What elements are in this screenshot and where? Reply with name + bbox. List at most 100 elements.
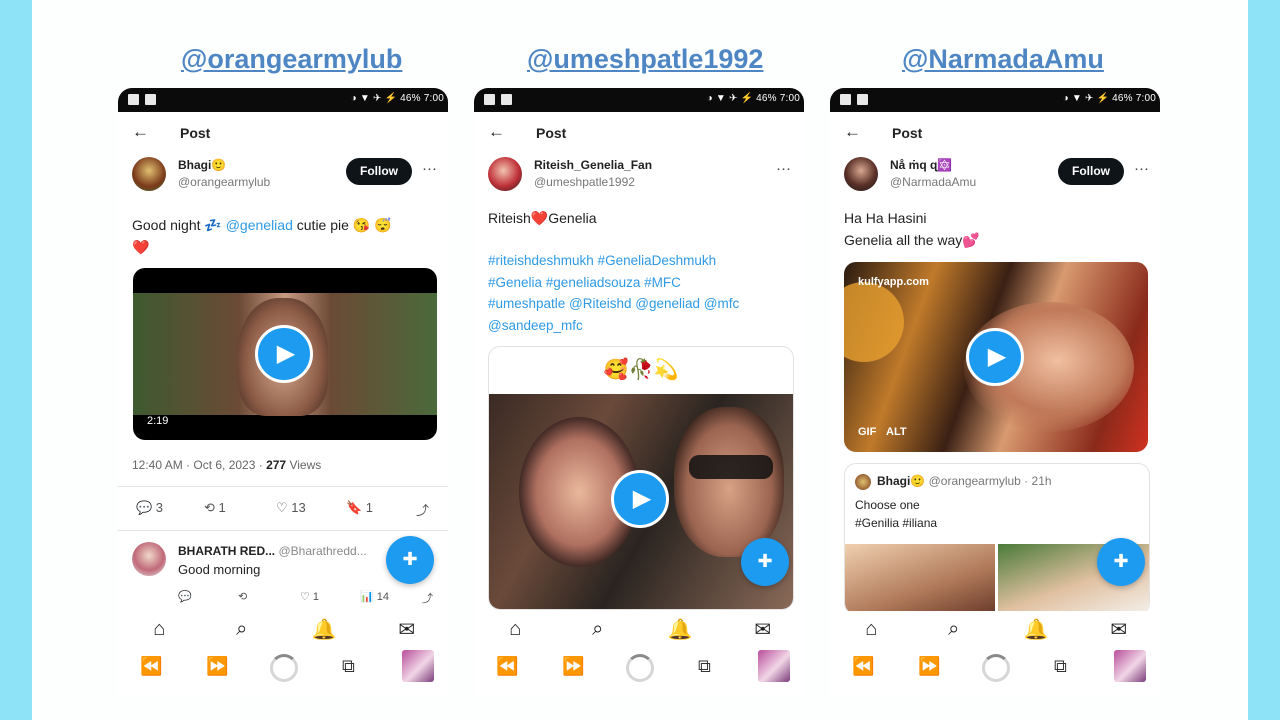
status-text: ◑ ▼ ✈ ⚡ 46% 7:00: [1062, 93, 1156, 104]
tabs-icon[interactable]: ⧉: [1054, 656, 1067, 677]
author-handle[interactable]: @orangearmylub: [178, 175, 270, 189]
quote-image-1[interactable]: [845, 544, 995, 614]
forward-icon[interactable]: ⏩: [918, 656, 940, 677]
follow-button[interactable]: Follow: [346, 158, 412, 185]
video-player[interactable]: ▶ 2:19: [133, 268, 437, 440]
more-options-icon[interactable]: ···: [1134, 160, 1149, 177]
loading-spinner: [982, 654, 1010, 682]
mail-icon[interactable]: ✉: [392, 617, 422, 642]
play-icon[interactable]: ▶: [966, 328, 1024, 386]
post-header: ← Post: [118, 112, 448, 152]
post-title: Post: [180, 125, 211, 141]
handle-title-1[interactable]: @orangearmylub: [181, 44, 402, 75]
mail-icon[interactable]: ✉: [1104, 617, 1134, 642]
avatar[interactable]: [844, 157, 878, 191]
alt-badge[interactable]: ALT: [886, 426, 907, 438]
post-meta: 12:40 AM · Oct 6, 2023 · 277 Views: [132, 458, 322, 472]
home-icon[interactable]: ⌂: [856, 618, 886, 641]
divider: [118, 486, 448, 487]
back-arrow-icon[interactable]: ←: [132, 122, 149, 142]
reply-avatar[interactable]: [132, 542, 166, 576]
home-icon[interactable]: ⌂: [144, 618, 174, 641]
retweet-button[interactable]: ⟲ 1: [204, 500, 226, 516]
reply-like-icon[interactable]: ♡ 1: [300, 590, 319, 603]
follow-button[interactable]: Follow: [1058, 158, 1124, 185]
quote-author-name: Bhagi🙂: [877, 474, 926, 488]
compose-fab[interactable]: ✚: [741, 538, 789, 586]
post-author: Bhagi🙂 @orangearmylub Follow ···: [118, 152, 448, 198]
bottom-tab-bar: ⌂ ⌕ 🔔 ✉: [474, 611, 804, 647]
rewind-icon[interactable]: ⏪: [496, 656, 518, 677]
search-icon[interactable]: ⌕: [939, 618, 969, 641]
hashtag-line[interactable]: #riteishdeshmukh #GeneliaDeshmukh: [488, 250, 788, 272]
status-bar: ◑ ▼ ✈ ⚡ 46% 7:00: [118, 88, 448, 112]
app-thumbnail[interactable]: [1114, 650, 1146, 682]
post-author: Nå ṁq ɋ🔯 @NarmadaAmu Follow ···: [830, 152, 1160, 198]
quote-tweet[interactable]: Bhagi🙂 @orangearmylub · 21h Choose one #…: [844, 463, 1150, 615]
rewind-icon[interactable]: ⏪: [140, 656, 162, 677]
rewind-icon[interactable]: ⏪: [852, 656, 874, 677]
handle-title-2[interactable]: @umeshpatle1992: [527, 44, 763, 75]
app-thumbnail[interactable]: [758, 650, 790, 682]
search-icon[interactable]: ⌕: [227, 618, 257, 641]
post-header: ← Post: [830, 112, 1160, 152]
compose-fab[interactable]: ✚: [1097, 538, 1145, 586]
play-icon[interactable]: ▶: [255, 325, 313, 383]
handle-title-3[interactable]: @NarmadaAmu: [902, 44, 1104, 75]
tabs-icon[interactable]: ⧉: [342, 656, 355, 677]
forward-icon[interactable]: ⏩: [206, 656, 228, 677]
home-icon[interactable]: ⌂: [500, 618, 530, 641]
reply-author-handle: @Bharathredd...: [278, 544, 367, 558]
status-text: ◑ ▼ ✈ ⚡ 46% 7:00: [706, 93, 800, 104]
action-bar: 💬 3 ⟲ 1 ♡ 13 🔖 1 ⤴: [118, 500, 448, 524]
hashtags-block: #riteishdeshmukh #GeneliaDeshmukh #Genel…: [488, 250, 788, 336]
reply-views-icon[interactable]: 📊 14: [360, 590, 389, 603]
author-handle[interactable]: @umeshpatle1992: [534, 175, 635, 189]
more-options-icon[interactable]: ···: [776, 160, 791, 177]
mail-icon[interactable]: ✉: [748, 617, 778, 642]
bell-icon[interactable]: 🔔: [1021, 617, 1051, 642]
more-options-icon[interactable]: ···: [422, 160, 437, 177]
hashtag-line[interactable]: #umeshpatle @Riteishd @geneliad @mfc: [488, 293, 788, 315]
avatar[interactable]: [488, 157, 522, 191]
bell-icon[interactable]: 🔔: [665, 617, 695, 642]
author-name[interactable]: Bhagi🙂: [178, 158, 226, 172]
reply-button[interactable]: 💬 3: [136, 500, 163, 516]
hashtag-line[interactable]: @sandeep_mfc: [488, 315, 788, 337]
post-text: Ha Ha Hasini Genelia all the way💕: [844, 210, 980, 248]
reply-author-name: BHARATH RED...: [178, 544, 276, 558]
forward-icon[interactable]: ⏩: [562, 656, 584, 677]
compose-fab[interactable]: ✚: [386, 536, 434, 584]
share-icon[interactable]: ⤴: [416, 500, 429, 519]
reply-text: Good morning: [178, 562, 261, 577]
post-author: Riteish_Genelia_Fan @umeshpatle1992 ···: [474, 152, 804, 198]
reply-retweet-icon[interactable]: ⟲: [238, 590, 247, 603]
like-button[interactable]: ♡ 13: [276, 500, 306, 516]
author-name[interactable]: Nå ṁq ɋ🔯: [890, 158, 952, 172]
mention-link[interactable]: @geneliad: [226, 217, 293, 233]
gif-media[interactable]: kulfyapp.com ▶ GIF ALT: [844, 262, 1148, 452]
post-title: Post: [536, 125, 567, 141]
author-handle[interactable]: @NarmadaAmu: [890, 175, 976, 189]
play-icon[interactable]: ▶: [611, 470, 669, 528]
avatar[interactable]: [132, 157, 166, 191]
post-title: Post: [892, 125, 923, 141]
bookmark-button[interactable]: 🔖 1: [346, 500, 373, 516]
bottom-tab-bar: ⌂ ⌕ 🔔 ✉: [830, 611, 1160, 647]
search-icon[interactable]: ⌕: [583, 618, 613, 641]
phone-screenshot-3: ◑ ▼ ✈ ⚡ 46% 7:00 ← Post Nå ṁq ɋ🔯 @Narmad…: [830, 88, 1160, 696]
back-arrow-icon[interactable]: ←: [844, 122, 861, 142]
system-nav-bar: ⏪ ⏩ ⧉: [474, 648, 804, 688]
reply-share-icon[interactable]: ⤴: [422, 590, 433, 606]
system-nav-bar: ⏪ ⏩ ⧉: [830, 648, 1160, 688]
app-thumbnail[interactable]: [402, 650, 434, 682]
bell-icon[interactable]: 🔔: [309, 617, 339, 642]
reply-reply-icon[interactable]: 💬: [178, 590, 192, 603]
tabs-icon[interactable]: ⧉: [698, 656, 711, 677]
watermark: kulfyapp.com: [858, 276, 929, 288]
back-arrow-icon[interactable]: ←: [488, 122, 505, 142]
author-name[interactable]: Riteish_Genelia_Fan: [534, 158, 652, 172]
quote-avatar: [855, 474, 871, 490]
loading-spinner: [626, 654, 654, 682]
hashtag-line[interactable]: #Genelia #geneliadsouza #MFC: [488, 272, 788, 294]
